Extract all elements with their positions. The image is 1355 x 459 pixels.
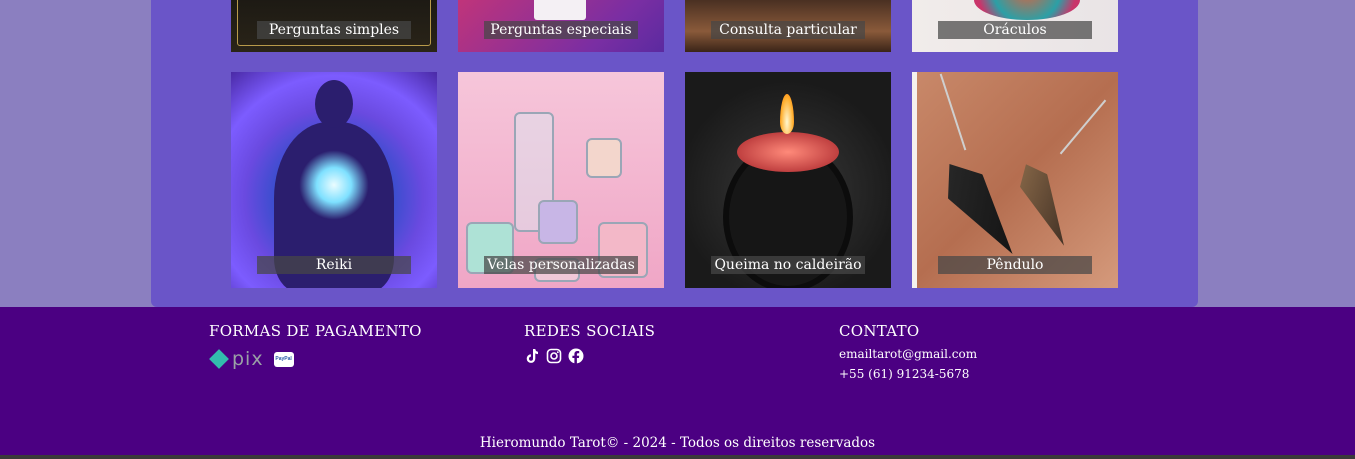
payment-title: FORMAS DE PAGAMENTO xyxy=(209,322,422,340)
service-card-consulta-particular[interactable]: Consulta particular xyxy=(685,0,891,52)
payment-icons: pix PayPal xyxy=(209,348,422,370)
service-label: Consulta particular xyxy=(711,21,865,39)
bottom-strip xyxy=(0,455,1355,459)
service-label: Pêndulo xyxy=(938,256,1092,274)
paypal-icon: PayPal xyxy=(273,351,294,367)
instagram-icon[interactable] xyxy=(546,348,562,364)
crystal xyxy=(1012,158,1077,252)
service-label: Perguntas simples xyxy=(257,21,411,39)
tiktok-icon[interactable] xyxy=(524,348,540,364)
social-icons xyxy=(524,348,655,364)
payment-section: FORMAS DE PAGAMENTO pix PayPal xyxy=(209,322,422,370)
candle-wax xyxy=(737,132,839,172)
contact-phone[interactable]: +55 (61) 91234-5678 xyxy=(839,364,977,384)
service-label: Oráculos xyxy=(938,21,1092,39)
contact-section: CONTATO emailtarot@gmail.com +55 (61) 91… xyxy=(839,322,977,384)
service-card-perguntas-especiais[interactable]: Perguntas especiais xyxy=(458,0,664,52)
service-label: Perguntas especiais xyxy=(484,21,638,39)
service-card-perguntas-simples[interactable]: Perguntas simples xyxy=(231,0,437,52)
crystal xyxy=(932,152,1029,266)
social-section: REDES SOCIAIS xyxy=(524,322,655,364)
service-card-velas[interactable]: Velas personalizadas xyxy=(458,72,664,288)
jar xyxy=(538,200,578,244)
jar xyxy=(586,138,622,178)
pix-diamond xyxy=(209,349,229,369)
social-title: REDES SOCIAIS xyxy=(524,322,656,340)
chain xyxy=(1059,99,1107,155)
chain xyxy=(939,73,967,151)
site-footer: FORMAS DE PAGAMENTO pix PayPal REDES SOC… xyxy=(0,307,1355,455)
silhouette-head xyxy=(315,80,353,128)
service-label: Velas personalizadas xyxy=(484,256,638,274)
service-label: Reiki xyxy=(257,256,411,274)
contact-email[interactable]: emailtarot@gmail.com xyxy=(839,344,977,364)
facebook-icon[interactable] xyxy=(568,348,584,364)
service-label: Queima no caldeirão xyxy=(711,256,865,274)
service-card-caldeirao[interactable]: Queima no caldeirão xyxy=(685,72,891,288)
service-card-reiki[interactable]: Reiki xyxy=(231,72,437,288)
pix-text: pix xyxy=(232,348,264,370)
service-card-oraculos[interactable]: Oráculos xyxy=(912,0,1118,52)
copyright-text: Hieromundo Tarot© - 2024 - Todos os dire… xyxy=(479,435,876,451)
contact-title: CONTATO xyxy=(839,322,920,340)
flame xyxy=(780,94,794,134)
pix-icon: pix xyxy=(209,348,264,370)
service-card-pendulo[interactable]: Pêndulo xyxy=(912,72,1118,288)
energy-glow xyxy=(299,150,369,220)
